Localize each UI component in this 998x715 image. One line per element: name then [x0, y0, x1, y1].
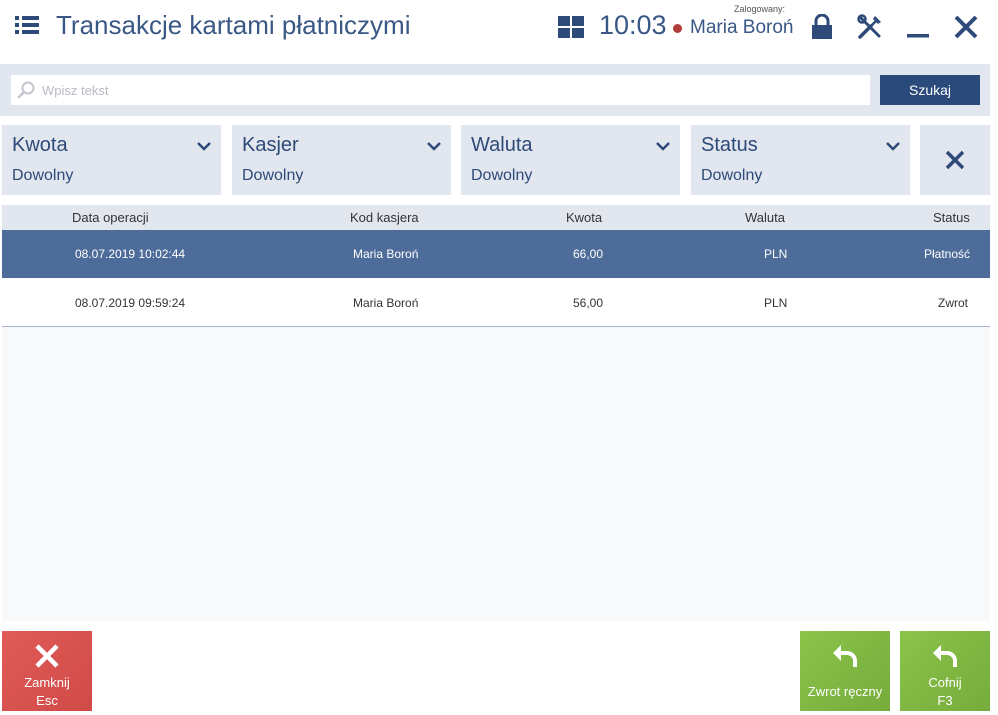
cell-currency: PLN — [764, 296, 788, 310]
column-header-status[interactable]: Status — [933, 210, 970, 225]
close-icon — [35, 644, 59, 668]
search-button[interactable]: Szukaj — [880, 75, 980, 105]
column-header-cashier[interactable]: Kod kasjera — [350, 210, 419, 225]
chevron-down-icon — [197, 142, 211, 151]
transactions-table: Data operacji Kod kasjera Kwota Waluta S… — [2, 205, 990, 621]
clear-filters-button[interactable] — [920, 125, 990, 195]
windows-grid-icon[interactable] — [558, 16, 584, 38]
user-status-indicator — [673, 24, 682, 33]
cell-date: 08.07.2019 09:59:24 — [75, 296, 186, 310]
filter-amount[interactable]: Kwota Dowolny — [2, 125, 221, 195]
column-header-currency[interactable]: Waluta — [745, 210, 785, 225]
cell-date: 08.07.2019 10:02:44 — [75, 247, 186, 261]
chevron-down-icon — [656, 142, 670, 151]
filter-status[interactable]: Status Dowolny — [691, 125, 910, 195]
filter-label: Waluta — [471, 134, 533, 156]
logged-in-label: Zalogowany: — [734, 4, 786, 14]
close-icon[interactable] — [953, 14, 979, 40]
minimize-icon[interactable] — [906, 14, 930, 40]
close-button-label: Zamknij — [24, 675, 70, 690]
table-row[interactable]: 08.07.2019 09:59:24 Maria Boroń 56,00 PL… — [2, 279, 990, 327]
cell-status: Płatność — [924, 247, 971, 261]
chevron-down-icon — [886, 142, 900, 151]
table-header: Data operacji Kod kasjera Kwota Waluta S… — [2, 205, 990, 230]
cell-amount: 66,00 — [573, 247, 604, 261]
search-bar: Szukaj — [0, 64, 990, 116]
search-field[interactable] — [11, 75, 870, 105]
user-name[interactable]: Maria Boroń — [690, 17, 794, 39]
column-header-amount[interactable]: Kwota — [566, 210, 602, 225]
app-header: Transakcje kartami płatniczymi 10:03 Zal… — [0, 0, 998, 58]
filter-currency[interactable]: Waluta Dowolny — [461, 125, 680, 195]
clock: 10:03 — [599, 10, 667, 40]
page-title: Transakcje kartami płatniczymi — [56, 10, 411, 40]
menu-icon[interactable] — [14, 14, 42, 38]
filter-value: Dowolny — [12, 167, 74, 184]
search-icon — [17, 81, 35, 99]
table-row[interactable]: 08.07.2019 10:02:44 Maria Boroń 66,00 PL… — [2, 230, 990, 278]
undo-button-key: F3 — [937, 693, 953, 708]
filter-value: Dowolny — [471, 167, 533, 184]
cell-cashier: Maria Boroń — [353, 296, 419, 310]
filter-value: Dowolny — [701, 167, 763, 184]
lock-icon[interactable] — [810, 13, 834, 40]
manual-refund-label: Zwrot ręczny — [807, 684, 883, 699]
close-button[interactable]: Zamknij Esc — [2, 631, 92, 711]
manual-refund-button[interactable]: Zwrot ręczny — [800, 631, 890, 711]
column-header-date[interactable]: Data operacji — [72, 210, 149, 225]
undo-arrow-icon — [833, 645, 857, 667]
filter-label: Kwota — [12, 134, 68, 156]
cell-status: Zwrot — [938, 296, 968, 310]
undo-button-label: Cofnij — [928, 675, 962, 690]
search-input[interactable] — [42, 75, 862, 105]
chevron-down-icon — [427, 142, 441, 151]
clear-icon — [945, 150, 965, 170]
filter-cashier[interactable]: Kasjer Dowolny — [232, 125, 451, 195]
filter-value: Dowolny — [242, 167, 304, 184]
cell-cashier: Maria Boroń — [353, 247, 419, 261]
undo-arrow-icon — [933, 645, 957, 667]
undo-button[interactable]: Cofnij F3 — [900, 631, 990, 711]
close-button-key: Esc — [36, 693, 58, 708]
filter-label: Status — [701, 134, 758, 156]
tools-icon[interactable] — [857, 14, 883, 40]
cell-amount: 56,00 — [573, 296, 604, 310]
cell-currency: PLN — [764, 247, 788, 261]
filter-label: Kasjer — [242, 134, 299, 156]
